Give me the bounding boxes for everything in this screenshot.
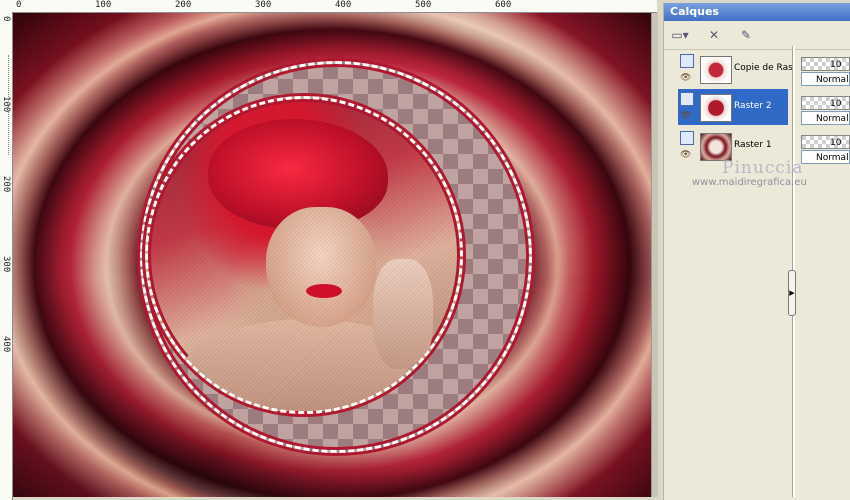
layer-name: Raster 1: [734, 140, 772, 150]
canvas-scroll-edge: [651, 13, 658, 497]
image-canvas[interactable]: [13, 13, 651, 497]
portrait-face: [266, 207, 376, 327]
raster-layer-icon: [680, 131, 694, 145]
ruler-label-200: 200: [175, 0, 192, 10]
blend-mode-select[interactable]: Normal: [801, 111, 850, 125]
layer-tree-line: [8, 55, 15, 155]
layers-panel-title[interactable]: Calques: [664, 3, 850, 21]
ruler-label-100: 100: [95, 0, 112, 10]
vruler-label-200: 200: [1, 176, 11, 193]
layer-name: Raster 2: [734, 101, 772, 111]
delete-layer-icon[interactable]: ✕: [702, 25, 726, 45]
ruler-label-500: 500: [415, 0, 432, 10]
new-layer-icon[interactable]: ▭▾: [668, 25, 692, 45]
layer-thumbnail: [700, 133, 732, 161]
layer-row-raster-2[interactable]: 👁 Raster 2: [678, 89, 788, 125]
opacity-field[interactable]: 10: [801, 135, 850, 149]
raster-layer-icon: [680, 92, 694, 106]
panel-splitter-handle[interactable]: ▶: [788, 270, 796, 316]
watermark-name: Pinuccia: [722, 158, 804, 178]
raster-layer-icon: [680, 54, 694, 68]
portrait-circle: [145, 96, 463, 414]
ruler-label-600: 600: [495, 0, 512, 10]
layer-thumbnail: [700, 56, 732, 84]
visibility-eye-icon[interactable]: 👁: [680, 150, 691, 160]
visibility-eye-icon[interactable]: 👁: [680, 73, 691, 83]
opacity-field[interactable]: 10: [801, 57, 850, 71]
portrait-lips: [306, 284, 342, 298]
layer-name: Copie de Ras: [734, 63, 793, 73]
layer-prop-row: 10 Normal: [796, 54, 850, 90]
vruler-label-400: 400: [1, 336, 11, 353]
opacity-field[interactable]: 10: [801, 96, 850, 110]
layers-toolbar: ▭▾ ✕ ✎: [664, 21, 850, 50]
layer-thumbnail: [700, 94, 732, 122]
blend-mode-select[interactable]: Normal: [801, 72, 850, 86]
portrait-hand: [373, 259, 433, 369]
vruler-label-0: 0: [1, 16, 11, 22]
vruler-label-300: 300: [1, 256, 11, 273]
blend-mode-select[interactable]: Normal: [801, 150, 850, 164]
ruler-label-400: 400: [335, 0, 352, 10]
layer-prop-row: 10 Normal: [796, 132, 850, 168]
layer-row-copie[interactable]: 👁 Copie de Ras: [678, 51, 793, 87]
watermark-url: www.maidiregrafica.eu: [692, 177, 807, 188]
visibility-eye-icon[interactable]: 👁: [680, 111, 691, 121]
layer-prop-row: 10 Normal: [796, 93, 850, 129]
horizontal-ruler: 0 100 200 300 400 500 600: [12, 0, 657, 13]
layer-list: 👁 Copie de Ras 👁 Raster 2 👁 Raster 1: [663, 47, 793, 497]
ruler-label-300: 300: [255, 0, 272, 10]
ruler-label-0: 0: [16, 0, 22, 10]
mask-icon[interactable]: ✎: [734, 25, 758, 45]
